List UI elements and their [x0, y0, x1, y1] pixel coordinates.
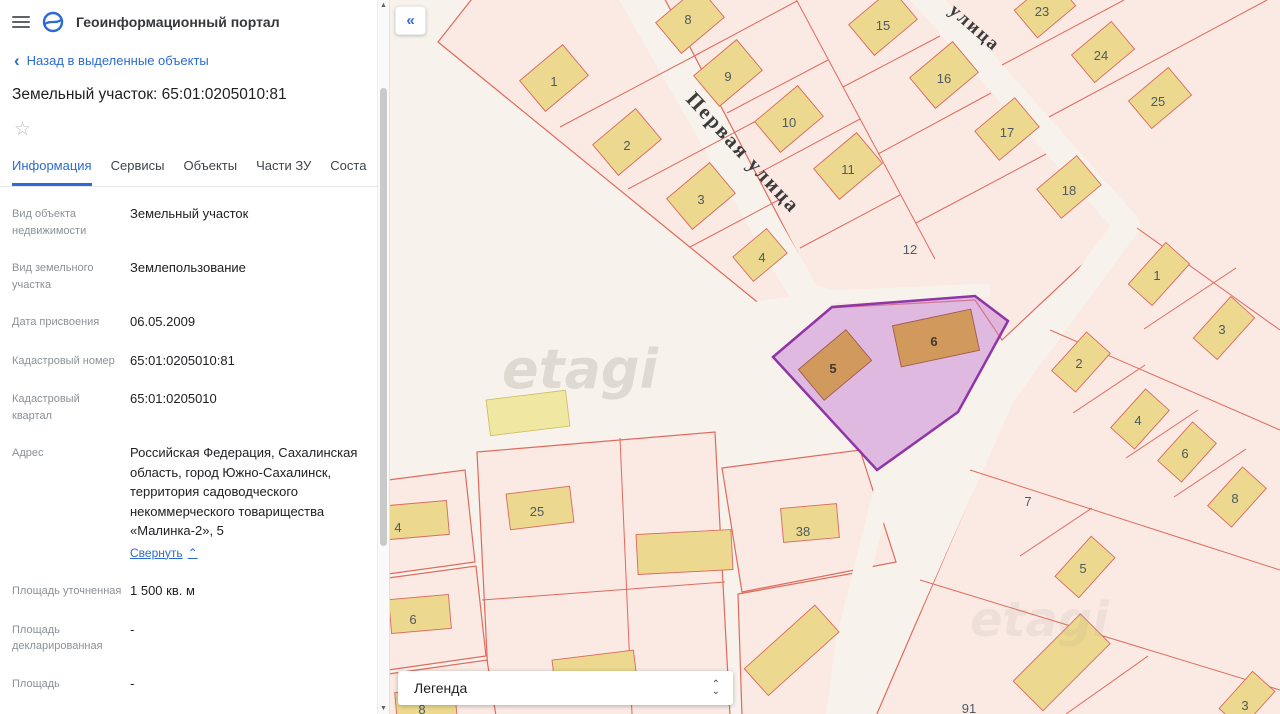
- parcel-number: 8: [684, 12, 691, 27]
- details-list: Вид объекта недвижимостиЗемельный участо…: [0, 187, 378, 714]
- tab-parcel-parts[interactable]: Части ЗУ: [256, 154, 311, 186]
- detail-row-address: Адрес Российская Федерация, Сахалинская …: [0, 434, 378, 572]
- parcel-number: 15: [876, 18, 890, 33]
- parcel-number: 5: [1079, 561, 1086, 576]
- scrollbar-up-icon[interactable]: ▲: [378, 2, 389, 9]
- sidebar-scrollbar[interactable]: ▲ ▼: [377, 0, 389, 714]
- detail-row: СтатусУчтенный: [0, 703, 378, 714]
- selected-parcel-number: 5: [829, 361, 836, 376]
- parcel-number: 2: [1075, 356, 1082, 371]
- tab-bar: Информация Сервисы Объекты Части ЗУ Сост…: [0, 140, 378, 187]
- collapse-address-link[interactable]: Свернуть⌃: [130, 544, 198, 562]
- map-viewport[interactable]: etagi etagi Первая улица улица 8 15 23 1…: [390, 0, 1280, 714]
- legend-bar[interactable]: Легенда ⌃ ⌄: [398, 671, 733, 705]
- parcel-number: 6: [1181, 446, 1188, 461]
- parcel-number: 18: [1062, 183, 1076, 198]
- page-title: Земельный участок: 65:01:0205010:81: [0, 71, 378, 104]
- detail-row: Кадастровый квартал65:01:0205010: [0, 380, 378, 434]
- back-label: Назад в выделенные объекты: [27, 53, 209, 68]
- parcel-number: 3: [1241, 698, 1248, 713]
- portal-logo-icon: [42, 11, 64, 33]
- parcel-number: 91: [962, 701, 976, 714]
- tab-composition[interactable]: Соста: [330, 154, 366, 186]
- favorite-star-icon[interactable]: ☆: [14, 120, 31, 139]
- parcel-number: 6: [409, 612, 416, 627]
- parcel-number: 12: [903, 242, 917, 257]
- detail-row: Площадь декларированная-: [0, 611, 378, 665]
- parcel-number: 9: [724, 69, 731, 84]
- parcel-number: 1: [550, 74, 557, 89]
- parcel-number: 4: [758, 250, 765, 265]
- selected-parcel-number: 6: [930, 334, 937, 349]
- parcel-number: 4: [1134, 413, 1141, 428]
- chevron-up-icon: ⌃: [188, 544, 198, 562]
- parcel-number: 25: [530, 504, 544, 519]
- info-sidebar: Геоинформационный портал ‹ Назад в выдел…: [0, 0, 390, 714]
- address-value: Российская Федерация, Сахалинская област…: [130, 443, 372, 562]
- detail-row: Вид объекта недвижимостиЗемельный участо…: [0, 195, 378, 249]
- parcel-number: 3: [697, 192, 704, 207]
- watermark-text: etagi: [970, 592, 1109, 648]
- parcel-number: 4: [394, 520, 401, 535]
- geoportal-app: Геоинформационный портал ‹ Назад в выдел…: [0, 0, 1280, 714]
- legend-toggle-icon[interactable]: ⌃ ⌄: [712, 681, 720, 695]
- parcel-number: 16: [937, 71, 951, 86]
- parcel-number: 24: [1094, 48, 1108, 63]
- parcel-number: 17: [1000, 125, 1014, 140]
- cadastral-map-canvas[interactable]: etagi etagi Первая улица улица 8 15 23 1…: [390, 0, 1280, 714]
- collapse-sidebar-button[interactable]: «: [395, 6, 426, 35]
- legend-label: Легенда: [414, 680, 467, 696]
- parcel-number: 2: [623, 138, 630, 153]
- detail-row: Дата присвоения06.05.2009: [0, 303, 378, 342]
- detail-row: Площадь уточненная1 500 кв. м: [0, 572, 378, 611]
- tab-services[interactable]: Сервисы: [111, 154, 165, 186]
- detail-row: Кадастровый номер65:01:0205010:81: [0, 342, 378, 381]
- scrollbar-down-icon[interactable]: ▼: [378, 705, 389, 712]
- parcel-number: 25: [1151, 94, 1165, 109]
- parcel-number: 23: [1035, 4, 1049, 19]
- detail-row: Площадь-: [0, 665, 378, 704]
- tab-information[interactable]: Информация: [12, 154, 92, 186]
- parcel-number: 8: [1231, 491, 1238, 506]
- scrollbar-thumb[interactable]: [380, 88, 387, 546]
- chevron-down-icon: ⌄: [712, 688, 720, 695]
- parcel-number: 1: [1153, 268, 1160, 283]
- parcel-number: 7: [1024, 494, 1031, 509]
- building: [390, 594, 451, 633]
- parcel-number: 3: [1218, 322, 1225, 337]
- sidebar-header: Геоинформационный портал: [0, 0, 378, 42]
- parcel-number: 10: [782, 115, 796, 130]
- portal-title: Геоинформационный портал: [76, 14, 280, 30]
- tab-objects[interactable]: Объекты: [183, 154, 237, 186]
- parcel-number: 11: [841, 162, 855, 177]
- back-link[interactable]: ‹ Назад в выделенные объекты: [0, 42, 378, 71]
- sidebar-content: Геоинформационный портал ‹ Назад в выдел…: [0, 0, 378, 714]
- detail-row: Вид земельного участкаЗемлепользование: [0, 249, 378, 303]
- building: [636, 530, 733, 575]
- back-chevron-icon: ‹: [14, 55, 20, 67]
- menu-icon[interactable]: [12, 16, 30, 28]
- parcel-number: 38: [796, 524, 810, 539]
- watermark-text: etagi: [502, 338, 660, 401]
